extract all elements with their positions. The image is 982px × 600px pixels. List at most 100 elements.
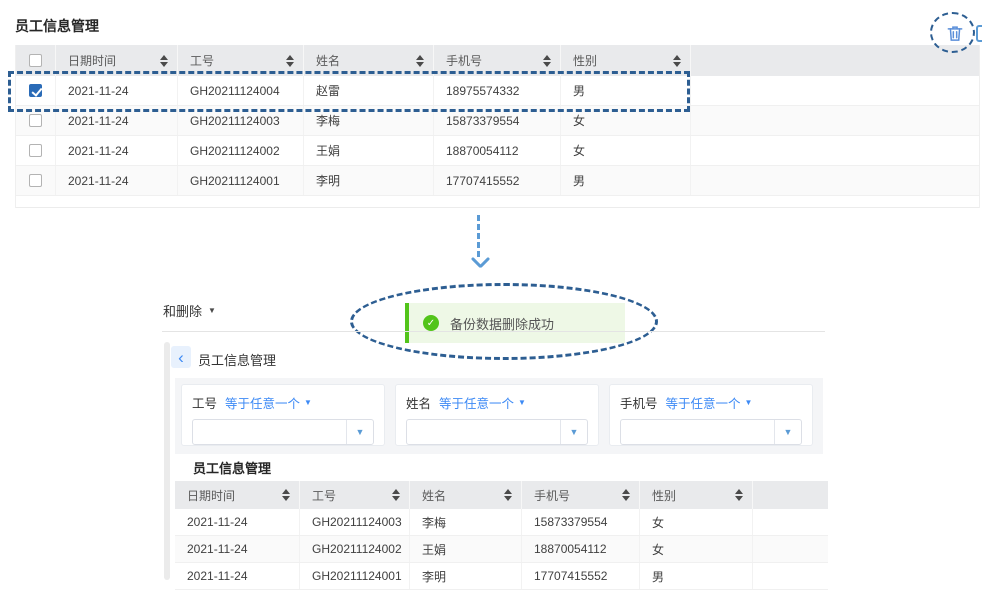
filter-operator-label: 等于任意一个 (225, 393, 300, 412)
column-header-empid[interactable]: 工号 (300, 481, 410, 509)
sort-icon[interactable] (392, 489, 400, 501)
table-header: 日期时间 工号 姓名 手机号 性别 (175, 481, 828, 509)
sort-icon[interactable] (282, 489, 290, 501)
clipped-icon[interactable] (976, 25, 982, 42)
cell-gender: 女 (640, 536, 753, 562)
cell-empid: GH20211124001 (178, 166, 304, 195)
caret-down-icon: ▼ (518, 398, 526, 407)
cell-filler (691, 136, 979, 165)
dropdown-label: 和删除 (163, 301, 202, 320)
employee-table-bottom: 日期时间 工号 姓名 手机号 性别 2021-11-24 GH202111240… (175, 481, 828, 590)
filter-operator-dropdown[interactable]: 等于任意一个 ▼ (666, 393, 753, 412)
cell-phone: 15873379554 (522, 509, 640, 535)
filter-card-empid: 工号 等于任意一个 ▼ ▼ (181, 384, 385, 446)
cell-name: 李明 (410, 563, 522, 589)
page-title: 员工信息管理 (15, 16, 99, 36)
filter-value (621, 420, 774, 444)
select-arrow-zone[interactable]: ▼ (774, 420, 801, 444)
select-arrow-zone[interactable]: ▼ (560, 420, 587, 444)
cell-date: 2021-11-24 (175, 563, 300, 589)
sort-icon[interactable] (286, 55, 294, 67)
table-row[interactable]: 2021-11-24 GH20211124002 王娟 18870054112 … (175, 536, 828, 563)
row-checkbox-cell (16, 166, 56, 195)
cell-empid: GH20211124001 (300, 563, 410, 589)
column-header-label: 手机号 (446, 52, 482, 69)
column-header-label: 日期时间 (187, 487, 235, 504)
cell-filler (691, 76, 979, 105)
cell-date: 2021-11-24 (56, 166, 178, 195)
column-header-name[interactable]: 姓名 (410, 481, 522, 509)
cell-gender: 男 (640, 563, 753, 589)
select-arrow-zone[interactable]: ▼ (346, 420, 373, 444)
row-checkbox-cell (16, 136, 56, 165)
table-footer-strip (16, 196, 979, 208)
column-header-label: 性别 (652, 487, 676, 504)
filter-operator-label: 等于任意一个 (666, 393, 741, 412)
panel-scrollbar[interactable] (164, 342, 170, 580)
column-header-label: 性别 (573, 52, 597, 69)
sort-icon[interactable] (416, 55, 424, 67)
cell-filler (753, 536, 828, 562)
filter-operator-dropdown[interactable]: 等于任意一个 ▼ (439, 393, 526, 412)
cell-date: 2021-11-24 (175, 509, 300, 535)
select-all-checkbox[interactable] (29, 54, 42, 67)
cell-filler (753, 563, 828, 589)
annotation-ellipse (350, 283, 658, 360)
column-header-label: 工号 (312, 487, 336, 504)
sort-icon[interactable] (504, 489, 512, 501)
cell-name: 王娟 (410, 536, 522, 562)
row-checkbox[interactable] (29, 144, 42, 157)
cell-gender: 女 (640, 509, 753, 535)
filter-field-label: 姓名 (406, 393, 431, 412)
column-header-label: 工号 (190, 52, 214, 69)
column-header-label: 姓名 (316, 52, 340, 69)
table-row[interactable]: 2021-11-24 GH20211124001 李明 17707415552 … (16, 166, 979, 196)
caret-down-icon: ▼ (356, 427, 365, 437)
cell-empid: GH20211124002 (178, 136, 304, 165)
sort-icon[interactable] (543, 55, 551, 67)
column-header-gender[interactable]: 性别 (640, 481, 753, 509)
cell-name: 李明 (304, 166, 434, 195)
filter-value-select[interactable]: ▼ (192, 419, 374, 445)
sort-icon[interactable] (622, 489, 630, 501)
table-row[interactable]: 2021-11-24 GH20211124002 王娟 18870054112 … (16, 136, 979, 166)
cell-phone: 18870054112 (522, 536, 640, 562)
table-row[interactable]: 2021-11-24 GH20211124003 李梅 15873379554 … (175, 509, 828, 536)
filter-value-select[interactable]: ▼ (406, 419, 588, 445)
cell-filler (691, 166, 979, 195)
caret-down-icon: ▼ (784, 427, 793, 437)
cell-phone: 18870054112 (434, 136, 561, 165)
row-checkbox[interactable] (29, 174, 42, 187)
sort-icon[interactable] (735, 489, 743, 501)
filter-value (193, 420, 346, 444)
column-header-phone[interactable]: 手机号 (522, 481, 640, 509)
table-row[interactable]: 2021-11-24 GH20211124001 李明 17707415552 … (175, 563, 828, 590)
filter-value (407, 420, 560, 444)
flow-arrowhead (479, 257, 490, 268)
cell-name: 王娟 (304, 136, 434, 165)
cell-filler (691, 106, 979, 135)
caret-down-icon: ▼ (745, 398, 753, 407)
caret-down-icon: ▼ (570, 427, 579, 437)
cell-date: 2021-11-24 (56, 136, 178, 165)
employee-table-top: 日期时间 工号 姓名 手机号 性别 2021-11-24 GH202111240… (15, 45, 980, 208)
cell-empid: GH20211124002 (300, 536, 410, 562)
filter-card-phone: 手机号 等于任意一个 ▼ ▼ (609, 384, 813, 446)
column-header-date[interactable]: 日期时间 (175, 481, 300, 509)
selected-row-outline-annotation (8, 71, 690, 112)
sort-icon[interactable] (673, 55, 681, 67)
cell-name: 李梅 (410, 509, 522, 535)
back-button[interactable]: ‹ (171, 346, 191, 368)
delete-mode-dropdown[interactable]: 和删除 ▼ (163, 301, 216, 320)
caret-down-icon: ▼ (208, 306, 216, 315)
filter-field-label: 手机号 (620, 393, 658, 412)
cell-gender: 女 (561, 136, 691, 165)
cell-empid: GH20211124003 (300, 509, 410, 535)
panel-table-title: 员工信息管理 (193, 458, 271, 477)
filter-value-select[interactable]: ▼ (620, 419, 802, 445)
cell-gender: 男 (561, 166, 691, 195)
row-checkbox[interactable] (29, 114, 42, 127)
flow-arrow (477, 215, 480, 257)
sort-icon[interactable] (160, 55, 168, 67)
filter-operator-dropdown[interactable]: 等于任意一个 ▼ (225, 393, 312, 412)
